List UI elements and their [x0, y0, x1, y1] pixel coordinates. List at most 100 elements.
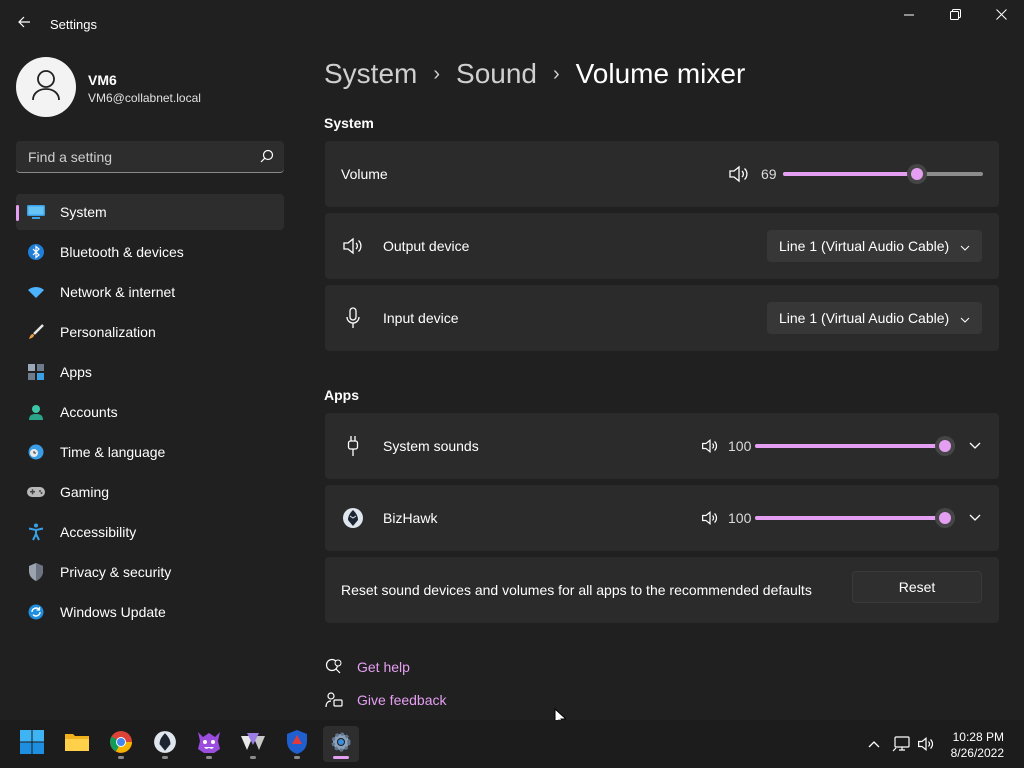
microphone-icon — [341, 306, 365, 330]
sidebar-item-label: Accessibility — [60, 524, 137, 540]
user-icon — [31, 69, 61, 106]
speaker-icon[interactable] — [727, 162, 751, 186]
avatar[interactable] — [16, 57, 76, 117]
chevron-down-icon — [960, 310, 970, 326]
dropdown-value: Line 1 (Virtual Audio Cable) — [779, 310, 950, 326]
sidebar-item-personalization[interactable]: Personalization — [16, 314, 284, 350]
breadcrumb-system[interactable]: System — [324, 58, 417, 90]
close-button[interactable] — [978, 0, 1024, 32]
reset-button[interactable]: Reset — [852, 571, 982, 603]
wifi-icon — [26, 282, 46, 302]
feedback-icon — [324, 690, 344, 710]
sidebar-item-system[interactable]: System — [16, 194, 284, 230]
sidebar-item-bluetooth[interactable]: Bluetooth & devices — [16, 234, 284, 270]
update-icon — [26, 602, 46, 622]
volume-tray-icon[interactable] — [916, 734, 936, 754]
maximize-button[interactable] — [932, 0, 978, 32]
apps-section-heading: Apps — [324, 387, 359, 403]
taskbar-clock[interactable]: 10:28 PM 8/26/2022 — [951, 729, 1004, 761]
app-name: System sounds — [383, 438, 479, 454]
bluetooth-icon — [26, 242, 46, 262]
input-device-label: Input device — [383, 310, 459, 326]
chevron-right-icon: › — [433, 62, 441, 85]
expand-chevron-icon[interactable] — [967, 438, 983, 454]
get-help-link[interactable]: Get help — [357, 659, 410, 675]
speaker-icon[interactable] — [698, 434, 722, 458]
chevron-right-icon: › — [553, 62, 560, 85]
volume-slider[interactable] — [783, 164, 983, 184]
running-indicator — [333, 756, 349, 759]
expand-chevron-icon[interactable] — [967, 510, 983, 526]
slider-thumb[interactable] — [935, 508, 955, 528]
get-help-link-row: Get help — [324, 657, 410, 677]
sidebar-item-label: Bluetooth & devices — [60, 244, 184, 260]
minimize-button[interactable] — [886, 0, 932, 32]
taskbar-game-app[interactable] — [191, 726, 227, 762]
tray-overflow-chevron-icon[interactable] — [864, 734, 884, 754]
sidebar-item-apps[interactable]: Apps — [16, 354, 284, 390]
chrome-icon — [109, 730, 133, 759]
slider-fill — [755, 444, 945, 448]
windows-logo-icon — [20, 729, 44, 759]
app-volume-slider[interactable] — [755, 436, 955, 456]
back-arrow-icon — [17, 15, 31, 34]
back-button[interactable] — [10, 10, 38, 38]
taskbar-bizhawk[interactable] — [147, 726, 183, 762]
app-card-bizhawk: BizHawk 100 — [325, 485, 999, 551]
output-device-dropdown[interactable]: Line 1 (Virtual Audio Cable) — [767, 230, 982, 262]
volume-label: Volume — [341, 166, 388, 182]
app-volume-value: 100 — [728, 438, 752, 454]
search-box[interactable] — [16, 141, 284, 173]
speaker-icon — [341, 234, 365, 258]
app-card-system-sounds: System sounds 100 — [325, 413, 999, 479]
sidebar-item-accessibility[interactable]: Accessibility — [16, 514, 284, 550]
input-device-dropdown[interactable]: Line 1 (Virtual Audio Cable) — [767, 302, 982, 334]
shield-icon — [26, 562, 46, 582]
restore-icon — [949, 7, 961, 25]
user-email: VM6@collabnet.local — [88, 91, 201, 105]
network-icon[interactable] — [891, 734, 911, 754]
give-feedback-link[interactable]: Give feedback — [357, 692, 447, 708]
slider-fill — [755, 516, 945, 520]
sidebar-item-windows-update[interactable]: Windows Update — [16, 594, 284, 630]
output-device-card: Output device Line 1 (Virtual Audio Cabl… — [325, 213, 999, 279]
speaker-icon[interactable] — [698, 506, 722, 530]
sidebar-item-network[interactable]: Network & internet — [16, 274, 284, 310]
app-name: BizHawk — [383, 510, 438, 526]
slider-thumb[interactable] — [935, 436, 955, 456]
taskbar-shield-app[interactable] — [279, 726, 315, 762]
running-indicator — [250, 756, 256, 759]
search-input[interactable] — [26, 148, 250, 166]
close-icon — [995, 7, 1007, 25]
running-indicator — [206, 756, 212, 759]
sidebar-item-gaming[interactable]: Gaming — [16, 474, 284, 510]
breadcrumb-sound[interactable]: Sound — [456, 58, 537, 90]
app-volume-slider[interactable] — [755, 508, 955, 528]
apps-icon — [26, 362, 46, 382]
shield-app-icon — [286, 729, 308, 759]
start-button[interactable] — [14, 726, 50, 762]
search-icon[interactable] — [260, 149, 274, 168]
slider-thumb[interactable] — [907, 164, 928, 184]
taskbar-settings[interactable] — [323, 726, 359, 762]
sidebar-item-label: Personalization — [60, 324, 156, 340]
sidebar-item-accounts[interactable]: Accounts — [16, 394, 284, 430]
sidebar-item-privacy-security[interactable]: Privacy & security — [16, 554, 284, 590]
sidebar-item-label: Privacy & security — [60, 564, 172, 580]
sidebar-item-time-language[interactable]: Time & language — [16, 434, 284, 470]
triangle-logo-icon — [240, 732, 266, 757]
dropdown-value: Line 1 (Virtual Audio Cable) — [779, 238, 950, 254]
sidebar-item-label: Gaming — [60, 484, 110, 500]
clock-globe-icon — [26, 442, 46, 462]
brush-icon — [26, 322, 46, 342]
slider-fill — [783, 172, 918, 176]
folder-icon — [64, 731, 90, 758]
taskbar-app[interactable] — [235, 726, 271, 762]
taskbar-chrome[interactable] — [103, 726, 139, 762]
user-name: VM6 — [88, 72, 117, 88]
taskbar-file-explorer[interactable] — [59, 726, 95, 762]
volume-value: 69 — [761, 166, 777, 182]
sidebar-item-label: Windows Update — [60, 604, 166, 620]
minimize-icon — [904, 7, 914, 25]
system-section-heading: System — [324, 115, 374, 131]
